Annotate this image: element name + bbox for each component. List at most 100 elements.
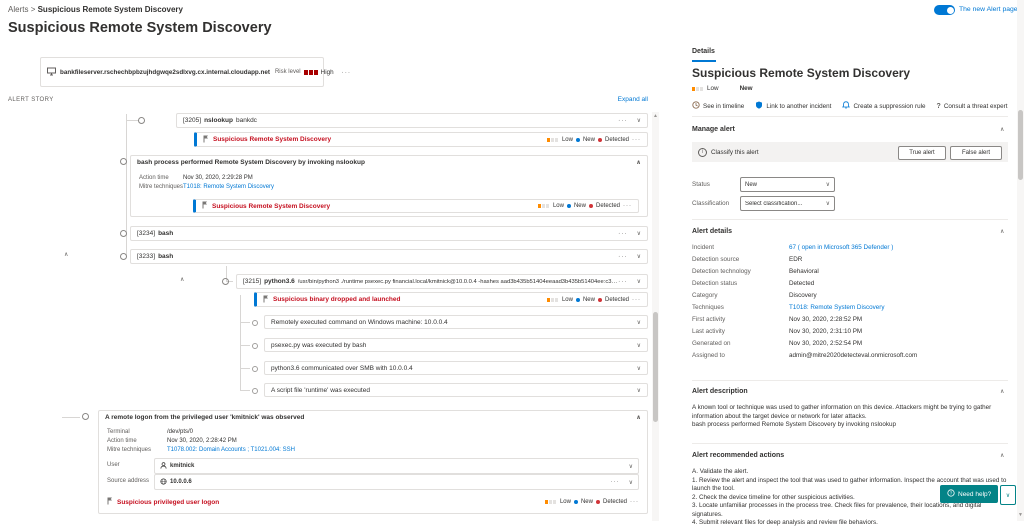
event-row[interactable]: A script file 'runtime' was executed ∨ (264, 383, 648, 397)
need-help-chevron-button[interactable]: ∨ (1000, 485, 1016, 505)
alert-description-header: Alert description (692, 388, 748, 395)
section-collapse-caret[interactable]: ∧ (1000, 389, 1004, 395)
process-row-bash[interactable]: [3233] bash ···∨ (130, 249, 648, 264)
event-row[interactable]: Remotely executed command on Windows mac… (264, 315, 648, 329)
chevron-down-icon[interactable]: ∨ (637, 230, 641, 237)
process-row-python[interactable]: [3215] python3.6 /usr/bin/python3 ./runt… (236, 274, 648, 289)
tree-scrollbar-thumb[interactable] (653, 312, 658, 422)
classification-field-label: Classification (692, 200, 729, 207)
chevron-down-icon[interactable]: ∨ (629, 463, 633, 470)
alert-flag-icon (107, 497, 113, 507)
chevron-down-icon[interactable]: ∨ (637, 319, 641, 326)
need-help-button[interactable]: ? Need help? (940, 485, 998, 503)
more-icon[interactable]: ··· (632, 297, 641, 303)
chevron-down-icon[interactable]: ∨ (637, 117, 641, 124)
field-value: Nov 30, 2020, 2:29:28 PM (183, 175, 253, 181)
toggle-knob (947, 7, 954, 14)
device-monitor-icon (47, 67, 56, 78)
classification-dropdown-value: Select classification... (745, 201, 802, 207)
technique-link[interactable]: T1018: Remote System Discovery (789, 304, 1008, 312)
user-label: User (107, 462, 120, 468)
field-value: Detected (789, 280, 1008, 288)
more-icon[interactable]: ··· (611, 479, 620, 485)
alert-title: Suspicious privileged user logon (117, 499, 219, 506)
section-collapse-caret[interactable]: ∧ (1000, 127, 1004, 133)
suppression-rule-icon (842, 101, 850, 111)
false-alert-button[interactable]: False alert (950, 146, 1002, 160)
scroll-down-arrow[interactable]: ▼ (1018, 513, 1023, 518)
process-card-bash-discovery[interactable]: bash process performed Remote System Dis… (130, 155, 648, 217)
breadcrumb-alerts-link[interactable]: Alerts (8, 5, 28, 14)
new-alert-page-toggle[interactable] (934, 5, 955, 15)
process-node-icon (120, 158, 127, 165)
chevron-down-icon: ∨ (826, 200, 830, 207)
status-new-dot (567, 204, 571, 208)
chevron-down-icon: ∨ (826, 181, 830, 188)
device-name-link[interactable]: bankfileserver.rschechbpbzujhdgwqe2sdlxv… (60, 69, 270, 76)
alert-row[interactable]: Suspicious privileged user logon Low New… (107, 495, 639, 509)
chevron-up-icon[interactable]: ∧ (636, 414, 641, 421)
consult-threat-expert-action[interactable]: ? Consult a threat expert (937, 101, 1008, 111)
scroll-up-arrow[interactable]: ▲ (653, 114, 658, 119)
alert-row[interactable]: Suspicious binary dropped and launched L… (254, 292, 648, 307)
expand-all-link[interactable]: Expand all (548, 96, 648, 103)
true-alert-button[interactable]: True alert (898, 146, 946, 160)
tab-details[interactable]: Details (692, 48, 715, 55)
field-label: Detection status (692, 280, 789, 288)
chevron-down-icon[interactable]: ∨ (637, 253, 641, 260)
see-in-timeline-action[interactable]: See in timeline (692, 101, 744, 111)
collapse-caret[interactable]: ∧ (64, 252, 68, 258)
risk-level-high-icon (304, 70, 318, 75)
field-label: Detection source (692, 256, 789, 264)
incident-link[interactable]: 67 ( open in Microsoft 365 Defender ) (789, 244, 1008, 252)
process-row-bash[interactable]: [3234] bash ···∨ (130, 226, 648, 241)
status-dropdown[interactable]: New ∨ (740, 177, 835, 192)
section-collapse-caret[interactable]: ∧ (1000, 453, 1004, 459)
status-field-label: Status (692, 181, 710, 188)
chevron-down-icon[interactable]: ∨ (637, 387, 641, 394)
device-more-icon[interactable]: ··· (342, 69, 352, 76)
process-row-nslookup[interactable]: [3205] nslookup bankdc ···∨ (176, 113, 648, 128)
chevron-down-icon[interactable]: ∨ (637, 278, 641, 285)
process-name: nslookup (204, 117, 233, 124)
page-scrollbar[interactable]: ▼ (1017, 0, 1024, 521)
detected-dot (589, 204, 593, 208)
alert-row[interactable]: Suspicious Remote System Discovery Low N… (193, 199, 639, 213)
more-icon[interactable]: ··· (618, 230, 628, 237)
process-args: /usr/bin/python3 ./runtime psexec.py fin… (298, 279, 618, 285)
field-label: Category (692, 292, 789, 300)
alert-flag-icon (203, 135, 209, 145)
page-scrollbar-thumb[interactable] (1018, 110, 1023, 180)
event-row[interactable]: python3.6 communicated over SMB with 10.… (264, 361, 648, 375)
more-icon[interactable]: ··· (632, 137, 641, 143)
tree-scrollbar[interactable]: ▲ (652, 112, 659, 521)
create-suppression-rule-action[interactable]: Create a suppression rule (842, 101, 925, 111)
collapse-caret[interactable]: ∧ (180, 277, 184, 283)
chevron-down-icon[interactable]: ∨ (637, 342, 641, 349)
user-row[interactable]: kmitnick ∨ (154, 458, 639, 474)
more-icon[interactable]: ··· (623, 203, 632, 209)
more-icon[interactable]: ··· (618, 117, 628, 124)
source-address-row[interactable]: 10.0.0.6 ···∨ (154, 474, 639, 490)
event-card-remote-logon[interactable]: A remote logon from the privileged user … (98, 410, 648, 514)
alert-row[interactable]: Suspicious Remote System Discovery Low N… (194, 132, 648, 147)
detected-dot (596, 500, 600, 504)
event-title: python3.6 communicated over SMB with 10.… (271, 365, 413, 372)
source-address-label: Source address (107, 478, 149, 484)
link-to-incident-action[interactable]: Link to another incident (755, 101, 831, 111)
event-row[interactable]: psexec.py was executed by bash ∨ (264, 338, 648, 352)
more-icon[interactable]: ··· (618, 253, 628, 260)
chevron-down-icon[interactable]: ∨ (629, 479, 633, 486)
mitre-technique-link[interactable]: T1078.002: Domain Accounts ; T1021.004: … (167, 447, 295, 453)
field-label: Incident (692, 244, 789, 252)
classification-dropdown[interactable]: Select classification... ∨ (740, 196, 835, 211)
more-icon[interactable]: ··· (630, 499, 639, 505)
event-title: A script file 'runtime' was executed (271, 387, 370, 394)
more-icon[interactable]: ··· (618, 278, 628, 285)
mitre-technique-link[interactable]: T1018: Remote System Discovery (183, 184, 274, 190)
detected-dot (598, 138, 602, 142)
chevron-down-icon[interactable]: ∨ (637, 365, 641, 372)
chevron-up-icon[interactable]: ∧ (636, 159, 641, 166)
section-collapse-caret[interactable]: ∧ (1000, 229, 1004, 235)
process-node-icon (120, 253, 127, 260)
